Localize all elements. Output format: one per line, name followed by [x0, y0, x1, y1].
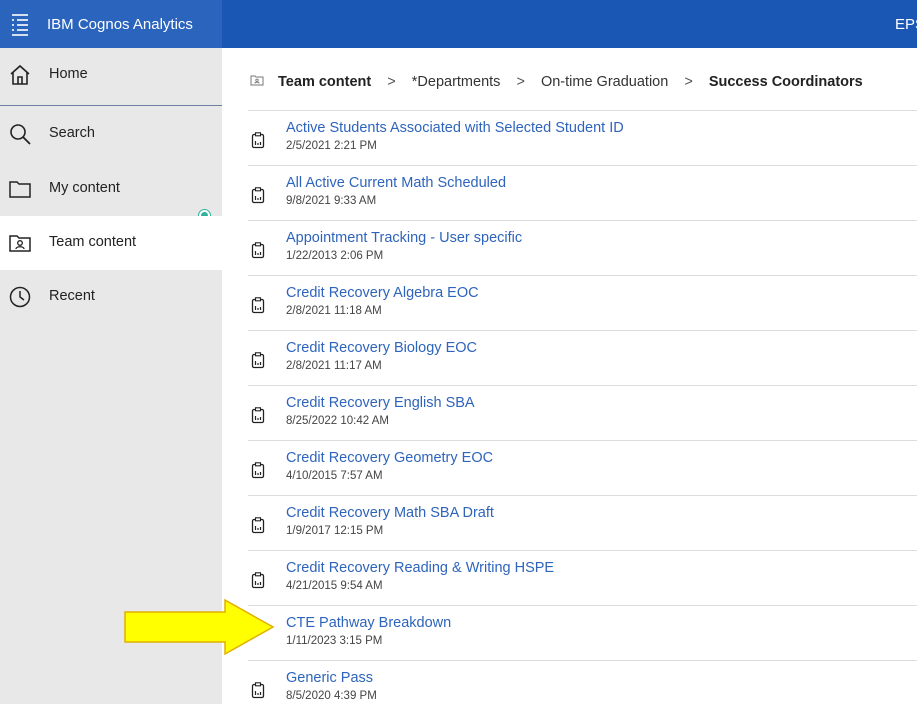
- report-title-link[interactable]: Credit Recovery Algebra EOC: [286, 285, 479, 302]
- report-date: 4/10/2015 7:57 AM: [286, 470, 383, 482]
- report-title-link[interactable]: Active Students Associated with Selected…: [286, 120, 624, 137]
- sidebar-item-recent[interactable]: Recent: [0, 270, 222, 324]
- user-menu-label[interactable]: EPS: [895, 16, 917, 33]
- report-icon: [251, 572, 265, 589]
- report-date: 1/11/2023 3:15 PM: [286, 635, 383, 647]
- report-date: 2/8/2021 11:18 AM: [286, 305, 382, 317]
- sidebar-item-my-content[interactable]: My content: [0, 162, 222, 216]
- app-title: IBM Cognos Analytics: [47, 16, 193, 33]
- breadcrumb-separator: >: [684, 74, 693, 90]
- sidebar-item-home[interactable]: Home: [0, 48, 222, 106]
- report-title-link[interactable]: Credit Recovery Reading & Writing HSPE: [286, 560, 554, 577]
- report-icon: [251, 352, 265, 369]
- report-icon: [251, 132, 265, 149]
- report-title-link[interactable]: All Active Current Math Scheduled: [286, 175, 506, 192]
- report-date: 8/25/2022 10:42 AM: [286, 415, 389, 427]
- report-title-link[interactable]: Generic Pass: [286, 670, 373, 687]
- list-item-highlighted[interactable]: CTE Pathway Breakdown 1/11/2023 3:15 PM: [248, 605, 917, 660]
- report-title-link[interactable]: Credit Recovery Geometry EOC: [286, 450, 493, 467]
- breadcrumb-separator: >: [387, 74, 396, 90]
- annotation-arrow-icon: [124, 598, 275, 656]
- report-icon: [251, 187, 265, 204]
- list-item[interactable]: Credit Recovery Geometry EOC 4/10/2015 7…: [248, 440, 917, 495]
- report-date: 1/9/2017 12:15 PM: [286, 525, 384, 537]
- report-date: 2/5/2021 2:21 PM: [286, 140, 377, 152]
- list-item[interactable]: Credit Recovery Algebra EOC 2/8/2021 11:…: [248, 275, 917, 330]
- team-folder-icon: [9, 235, 31, 252]
- hamburger-menu-icon: [12, 14, 28, 36]
- breadcrumb-item-success-coordinators: Success Coordinators: [708, 74, 863, 90]
- list-item[interactable]: Credit Recovery Biology EOC 2/8/2021 11:…: [248, 330, 917, 385]
- list-item[interactable]: Active Students Associated with Selected…: [248, 110, 917, 165]
- team-folder-icon: [250, 73, 274, 91]
- folder-icon: [9, 181, 31, 198]
- report-title-link[interactable]: Credit Recovery Math SBA Draft: [286, 505, 494, 522]
- list-item[interactable]: Credit Recovery Math SBA Draft 1/9/2017 …: [248, 495, 917, 550]
- list-item[interactable]: Credit Recovery Reading & Writing HSPE 4…: [248, 550, 917, 605]
- top-bar: IBM Cognos Analytics EPS: [0, 0, 917, 48]
- report-title-link[interactable]: Appointment Tracking - User specific: [286, 230, 522, 247]
- clock-icon: [9, 286, 31, 308]
- breadcrumb: Team content > *Departments > On-time Gr…: [250, 73, 863, 93]
- breadcrumb-separator: >: [516, 74, 525, 90]
- report-icon: [251, 682, 265, 699]
- report-icon: [251, 407, 265, 424]
- report-date: 1/22/2013 2:06 PM: [286, 250, 384, 262]
- list-item[interactable]: Credit Recovery English SBA 8/25/2022 10…: [248, 385, 917, 440]
- menu-toggle-button[interactable]: [0, 0, 40, 48]
- sidebar-item-label: My content: [49, 180, 120, 196]
- report-icon: [251, 242, 265, 259]
- sidebar-item-team-content[interactable]: Team content: [0, 216, 222, 270]
- search-icon: [10, 124, 31, 145]
- report-icon: [251, 297, 265, 314]
- report-title-link[interactable]: Credit Recovery Biology EOC: [286, 340, 477, 357]
- report-date: 9/8/2021 9:33 AM: [286, 195, 377, 207]
- report-title-link[interactable]: CTE Pathway Breakdown: [286, 615, 451, 632]
- list-item[interactable]: Generic Pass 8/5/2020 4:39 PM: [248, 660, 917, 704]
- content-list: Active Students Associated with Selected…: [248, 110, 917, 704]
- list-item[interactable]: Appointment Tracking - User specific 1/2…: [248, 220, 917, 275]
- sidebar-item-label: Home: [49, 66, 88, 82]
- report-icon: [251, 517, 265, 534]
- breadcrumb-item-team-content[interactable]: Team content: [278, 74, 371, 90]
- report-title-link[interactable]: Credit Recovery English SBA: [286, 395, 475, 412]
- sidebar-item-search[interactable]: Search: [0, 107, 222, 161]
- report-icon: [251, 462, 265, 479]
- list-item[interactable]: All Active Current Math Scheduled 9/8/20…: [248, 165, 917, 220]
- sidebar-item-label: Recent: [49, 288, 95, 304]
- home-icon: [10, 64, 30, 85]
- report-date: 8/5/2020 4:39 PM: [286, 690, 377, 702]
- report-date: 4/21/2015 9:54 AM: [286, 580, 383, 592]
- breadcrumb-item-on-time-graduation[interactable]: On-time Graduation: [541, 74, 668, 90]
- sidebar-item-label: Search: [49, 125, 95, 141]
- sidebar-item-label: Team content: [49, 234, 137, 250]
- breadcrumb-item-departments[interactable]: *Departments: [412, 74, 501, 90]
- report-date: 2/8/2021 11:17 AM: [286, 360, 382, 372]
